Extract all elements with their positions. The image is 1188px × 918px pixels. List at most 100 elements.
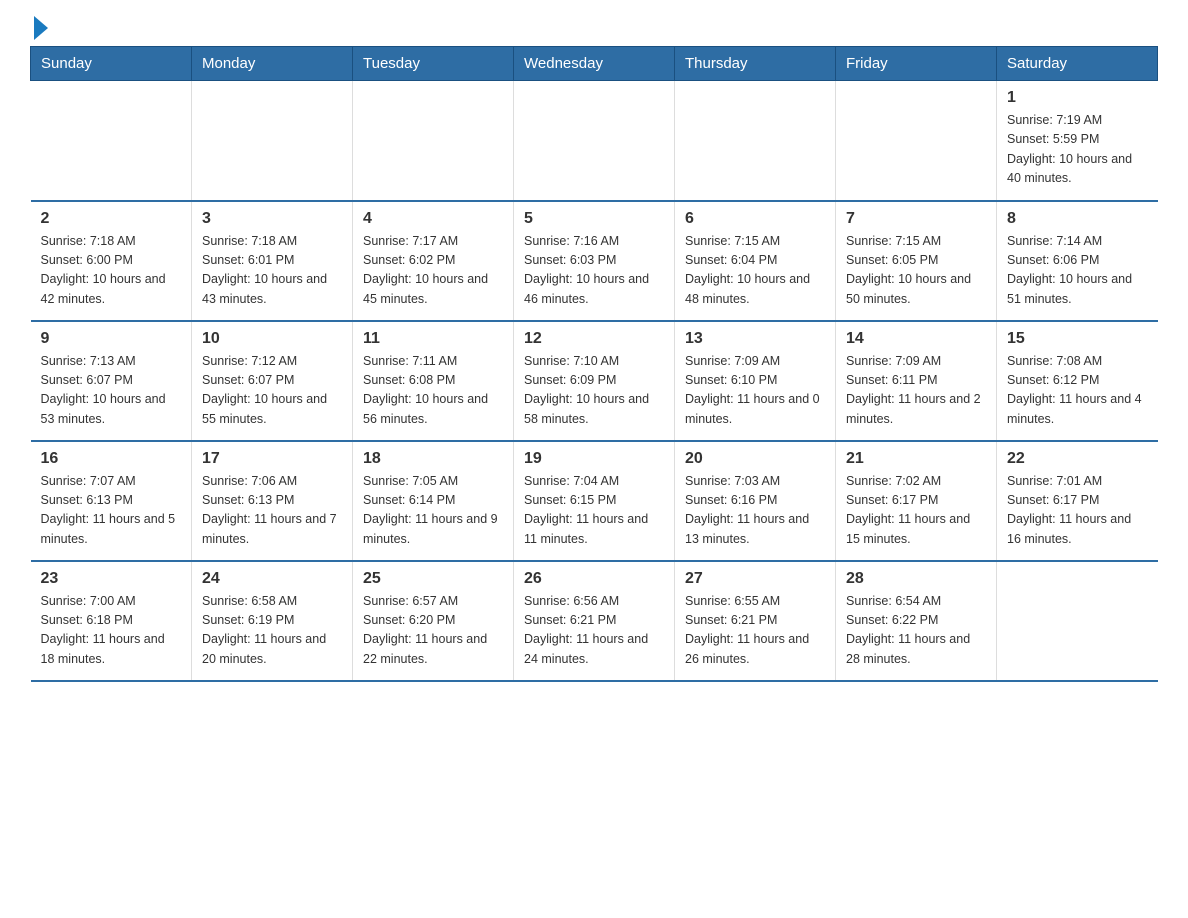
day-info: Sunrise: 7:18 AMSunset: 6:00 PMDaylight:… [41, 232, 182, 310]
day-info: Sunrise: 7:07 AMSunset: 6:13 PMDaylight:… [41, 472, 182, 550]
day-number: 5 [524, 210, 664, 228]
day-number: 28 [846, 570, 986, 588]
day-number: 9 [41, 330, 182, 348]
day-number: 10 [202, 330, 342, 348]
calendar-cell: 1 Sunrise: 7:19 AMSunset: 5:59 PMDaylight… [997, 81, 1158, 201]
calendar-cell [997, 561, 1158, 681]
logo-arrow-icon [34, 16, 48, 40]
day-info: Sunrise: 7:15 AMSunset: 6:04 PMDaylight:… [685, 232, 825, 310]
day-info: Sunrise: 7:02 AMSunset: 6:17 PMDaylight:… [846, 472, 986, 550]
calendar-cell: 26 Sunrise: 6:56 AMSunset: 6:21 PMDayligh… [514, 561, 675, 681]
calendar-cell: 7 Sunrise: 7:15 AMSunset: 6:05 PMDaylight… [836, 201, 997, 321]
calendar-cell: 27 Sunrise: 6:55 AMSunset: 6:21 PMDayligh… [675, 561, 836, 681]
day-info: Sunrise: 7:09 AMSunset: 6:10 PMDaylight:… [685, 352, 825, 430]
day-info: Sunrise: 7:14 AMSunset: 6:06 PMDaylight:… [1007, 232, 1148, 310]
day-info: Sunrise: 7:18 AMSunset: 6:01 PMDaylight:… [202, 232, 342, 310]
day-number: 27 [685, 570, 825, 588]
weekday-header-tuesday: Tuesday [353, 47, 514, 81]
calendar-cell: 10 Sunrise: 7:12 AMSunset: 6:07 PMDayligh… [192, 321, 353, 441]
day-info: Sunrise: 7:10 AMSunset: 6:09 PMDaylight:… [524, 352, 664, 430]
day-number: 8 [1007, 210, 1148, 228]
calendar-cell [836, 81, 997, 201]
calendar-cell [192, 81, 353, 201]
day-info: Sunrise: 7:04 AMSunset: 6:15 PMDaylight:… [524, 472, 664, 550]
day-info: Sunrise: 6:56 AMSunset: 6:21 PMDaylight:… [524, 592, 664, 670]
day-number: 6 [685, 210, 825, 228]
day-number: 7 [846, 210, 986, 228]
day-number: 21 [846, 450, 986, 468]
day-info: Sunrise: 7:03 AMSunset: 6:16 PMDaylight:… [685, 472, 825, 550]
day-info: Sunrise: 7:15 AMSunset: 6:05 PMDaylight:… [846, 232, 986, 310]
day-number: 3 [202, 210, 342, 228]
calendar-cell: 24Sunrise: 6:58 AMSunset: 6:19 PMDayligh… [192, 561, 353, 681]
calendar-cell: 23 Sunrise: 7:00 AMSunset: 6:18 PMDayligh… [31, 561, 192, 681]
calendar-cell: 11Sunrise: 7:11 AMSunset: 6:08 PMDayligh… [353, 321, 514, 441]
day-info: Sunrise: 7:12 AMSunset: 6:07 PMDaylight:… [202, 352, 342, 430]
calendar-cell: 16 Sunrise: 7:07 AMSunset: 6:13 PMDayligh… [31, 441, 192, 561]
calendar-table: SundayMondayTuesdayWednesdayThursdayFrid… [30, 46, 1158, 682]
day-number: 24 [202, 570, 342, 588]
day-number: 17 [202, 450, 342, 468]
calendar-cell: 4 Sunrise: 7:17 AMSunset: 6:02 PMDaylight… [353, 201, 514, 321]
calendar-week-row: 9 Sunrise: 7:13 AMSunset: 6:07 PMDaylight… [31, 321, 1158, 441]
calendar-cell [675, 81, 836, 201]
weekday-header-thursday: Thursday [675, 47, 836, 81]
weekday-header-friday: Friday [836, 47, 997, 81]
calendar-cell: 19Sunrise: 7:04 AMSunset: 6:15 PMDayligh… [514, 441, 675, 561]
day-number: 25 [363, 570, 503, 588]
day-number: 4 [363, 210, 503, 228]
day-info: Sunrise: 7:00 AMSunset: 6:18 PMDaylight:… [41, 592, 182, 670]
day-info: Sunrise: 6:55 AMSunset: 6:21 PMDaylight:… [685, 592, 825, 670]
day-info: Sunrise: 7:19 AMSunset: 5:59 PMDaylight:… [1007, 111, 1148, 189]
page-header [30, 20, 1158, 36]
day-info: Sunrise: 7:16 AMSunset: 6:03 PMDaylight:… [524, 232, 664, 310]
calendar-cell: 17 Sunrise: 7:06 AMSunset: 6:13 PMDayligh… [192, 441, 353, 561]
calendar-cell: 8 Sunrise: 7:14 AMSunset: 6:06 PMDaylight… [997, 201, 1158, 321]
calendar-cell: 20 Sunrise: 7:03 AMSunset: 6:16 PMDayligh… [675, 441, 836, 561]
day-number: 26 [524, 570, 664, 588]
day-number: 23 [41, 570, 182, 588]
calendar-cell: 25 Sunrise: 6:57 AMSunset: 6:20 PMDayligh… [353, 561, 514, 681]
calendar-header-row: SundayMondayTuesdayWednesdayThursdayFrid… [31, 47, 1158, 81]
calendar-week-row: 16 Sunrise: 7:07 AMSunset: 6:13 PMDayligh… [31, 441, 1158, 561]
calendar-cell: 21 Sunrise: 7:02 AMSunset: 6:17 PMDayligh… [836, 441, 997, 561]
weekday-header-saturday: Saturday [997, 47, 1158, 81]
calendar-cell [514, 81, 675, 201]
calendar-cell: 6 Sunrise: 7:15 AMSunset: 6:04 PMDaylight… [675, 201, 836, 321]
calendar-cell: 18 Sunrise: 7:05 AMSunset: 6:14 PMDayligh… [353, 441, 514, 561]
calendar-cell: 3 Sunrise: 7:18 AMSunset: 6:01 PMDaylight… [192, 201, 353, 321]
day-info: Sunrise: 7:11 AMSunset: 6:08 PMDaylight:… [363, 352, 503, 430]
calendar-week-row: 1 Sunrise: 7:19 AMSunset: 5:59 PMDaylight… [31, 81, 1158, 201]
day-number: 20 [685, 450, 825, 468]
logo [30, 20, 48, 36]
logo-general-text [30, 20, 48, 40]
day-info: Sunrise: 7:13 AMSunset: 6:07 PMDaylight:… [41, 352, 182, 430]
day-number: 1 [1007, 89, 1148, 107]
day-info: Sunrise: 6:57 AMSunset: 6:20 PMDaylight:… [363, 592, 503, 670]
day-info: Sunrise: 7:01 AMSunset: 6:17 PMDaylight:… [1007, 472, 1148, 550]
calendar-cell: 22 Sunrise: 7:01 AMSunset: 6:17 PMDayligh… [997, 441, 1158, 561]
day-info: Sunrise: 7:05 AMSunset: 6:14 PMDaylight:… [363, 472, 503, 550]
calendar-cell: 2 Sunrise: 7:18 AMSunset: 6:00 PMDaylight… [31, 201, 192, 321]
day-number: 22 [1007, 450, 1148, 468]
weekday-header-wednesday: Wednesday [514, 47, 675, 81]
calendar-cell: 13 Sunrise: 7:09 AMSunset: 6:10 PMDayligh… [675, 321, 836, 441]
day-info: Sunrise: 7:17 AMSunset: 6:02 PMDaylight:… [363, 232, 503, 310]
calendar-cell: 12Sunrise: 7:10 AMSunset: 6:09 PMDayligh… [514, 321, 675, 441]
day-info: Sunrise: 7:06 AMSunset: 6:13 PMDaylight:… [202, 472, 342, 550]
day-info: Sunrise: 6:54 AMSunset: 6:22 PMDaylight:… [846, 592, 986, 670]
weekday-header-monday: Monday [192, 47, 353, 81]
day-number: 13 [685, 330, 825, 348]
day-number: 16 [41, 450, 182, 468]
calendar-week-row: 2 Sunrise: 7:18 AMSunset: 6:00 PMDaylight… [31, 201, 1158, 321]
day-info: Sunrise: 7:09 AMSunset: 6:11 PMDaylight:… [846, 352, 986, 430]
day-number: 18 [363, 450, 503, 468]
calendar-cell [353, 81, 514, 201]
day-number: 15 [1007, 330, 1148, 348]
calendar-cell: 14Sunrise: 7:09 AMSunset: 6:11 PMDayligh… [836, 321, 997, 441]
calendar-cell [31, 81, 192, 201]
calendar-week-row: 23 Sunrise: 7:00 AMSunset: 6:18 PMDayligh… [31, 561, 1158, 681]
day-number: 2 [41, 210, 182, 228]
calendar-cell: 9 Sunrise: 7:13 AMSunset: 6:07 PMDaylight… [31, 321, 192, 441]
weekday-header-sunday: Sunday [31, 47, 192, 81]
